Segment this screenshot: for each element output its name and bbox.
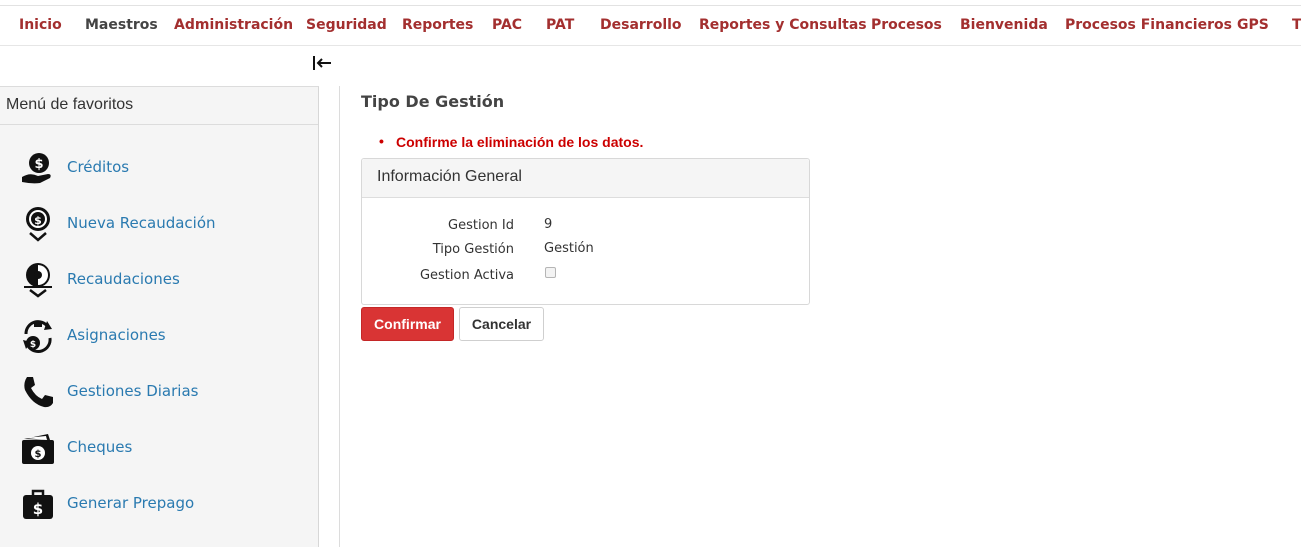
money-cycle-icon: $ [20,318,56,354]
top-navigation: Inicio Maestros Administración Seguridad… [0,7,1301,46]
sidebar-item-gestiones-diarias[interactable]: Gestiones Diarias [0,368,318,414]
gestion-id-value: 9 [544,217,553,232]
nav-bienvenida[interactable]: Bienvenida [960,17,1048,33]
svg-text:$: $ [35,449,42,460]
nav-desarrollo[interactable]: Desarrollo [600,17,682,33]
nav-reportes[interactable]: Reportes [402,17,473,33]
sidebar-item-label: Gestiones Diarias [67,382,199,400]
sidebar-item-nueva-recaudacion[interactable]: $ Nueva Recaudación [0,200,318,246]
sidebar-item-creditos[interactable]: $ Créditos [0,144,318,190]
sidebar-item-recaudaciones[interactable]: Recaudaciones [0,256,318,302]
sidebar-item-label: Generar Prepago [67,494,195,512]
page-title: Tipo De Gestión [361,92,505,111]
nav-pat[interactable]: PAT [546,17,574,33]
phone-icon [20,374,56,410]
nav-reportes-consultas[interactable]: Reportes y Consultas [699,17,867,33]
sidebar-item-label: Asignaciones [67,326,166,344]
sidebar-collapse-icon[interactable] [311,53,333,73]
nav-gps[interactable]: GPS [1237,17,1269,33]
money-hand-icon: $ [20,150,56,186]
validation-summary: Confirme la eliminación de los datos. [379,133,643,150]
general-info-panel: Información General Gestion Id 9 Tipo Ge… [361,158,810,305]
sidebar-item-label: Cheques [67,438,133,456]
nav-truncated-item[interactable]: T [1292,17,1301,33]
svg-text:$: $ [34,157,43,172]
wallet-icon: $ [20,430,56,466]
nav-procesos-financieros[interactable]: Procesos Financieros [1065,17,1232,33]
gestion-activa-label: Gestion Activa [419,268,514,283]
briefcase-dollar-icon: $ [20,486,56,522]
svg-text:$: $ [30,340,36,350]
svg-text:$: $ [33,500,43,518]
nav-pac[interactable]: PAC [492,17,522,33]
tipo-gestion-label: Tipo Gestión [432,242,514,257]
nav-seguridad[interactable]: Seguridad [306,17,387,33]
sidebar-item-label: Nueva Recaudación [67,214,216,232]
nav-inicio[interactable]: Inicio [19,17,62,33]
nav-administracion[interactable]: Administración [174,17,293,33]
sidebar-item-label: Créditos [67,158,130,176]
panel-heading: Información General [362,159,809,198]
gestion-activa-checkbox[interactable] [545,267,556,278]
nav-maestros[interactable]: Maestros [85,17,158,33]
tipo-gestion-value: Gestión [544,241,594,256]
confirm-button[interactable]: Confirmar [361,307,454,341]
collection-download-icon [20,262,56,298]
nav-procesos[interactable]: Procesos [871,17,942,33]
sidebar-title: Menú de favoritos [0,87,318,125]
money-download-icon: $ [20,206,56,242]
svg-text:$: $ [34,214,42,227]
gestion-id-label: Gestion Id [448,218,514,233]
content-divider [339,86,340,547]
sidebar-item-asignaciones[interactable]: $ Asignaciones [0,312,318,358]
cancel-button[interactable]: Cancelar [459,307,544,341]
favorites-sidebar: Menú de favoritos $ Créditos $ Nueva Rec… [0,86,319,547]
top-border [0,0,1301,6]
sidebar-item-cheques[interactable]: $ Cheques [0,424,318,470]
sidebar-item-generar-prepago[interactable]: $ Generar Prepago [0,480,318,526]
sidebar-item-label: Recaudaciones [67,270,180,288]
